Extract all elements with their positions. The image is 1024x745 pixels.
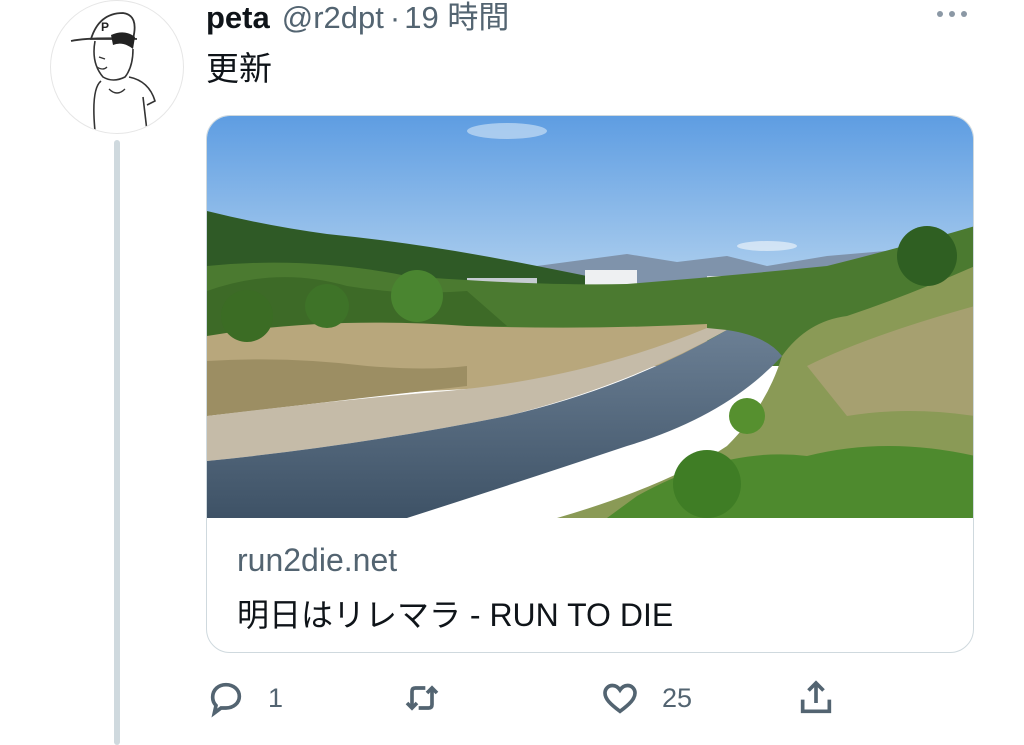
reply-icon [210,682,242,718]
tweet-header: peta @r2dpt · 19 時間 [206,0,509,36]
reply-button[interactable]: 1 [206,672,283,724]
author-name[interactable]: peta [206,0,270,36]
author-handle[interactable]: @r2dpt [282,0,384,36]
avatar-drawing: P [70,12,156,132]
more-horizontal-icon[interactable] [930,0,974,28]
card-image [207,116,973,518]
avatar[interactable]: P [50,0,184,134]
share-button[interactable] [796,672,836,724]
card-domain[interactable]: run2die.net [237,542,397,579]
river-landscape-photo [207,116,973,518]
tweet-timestamp[interactable]: 19 時間 [404,0,509,37]
thread-line [114,140,120,745]
tweet: P peta @r2dpt · 19 時間 更新 run2die.net 明日は… [0,0,1024,745]
retweet-icon [405,685,439,711]
tweet-text: 更新 [206,50,272,87]
like-button[interactable]: 25 [600,672,692,724]
header-separator: · [389,0,401,35]
reply-count: 1 [268,682,284,713]
card-title[interactable]: 明日はリレマラ - RUN TO DIE [237,590,673,636]
link-card[interactable]: run2die.net 明日はリレマラ - RUN TO DIE [206,115,974,653]
retweet-button[interactable] [402,672,464,724]
heart-icon [603,683,637,714]
svg-text:P: P [101,20,109,34]
action-bar: 1 25 [0,672,1024,724]
share-icon [800,680,832,714]
like-count: 25 [662,682,693,713]
